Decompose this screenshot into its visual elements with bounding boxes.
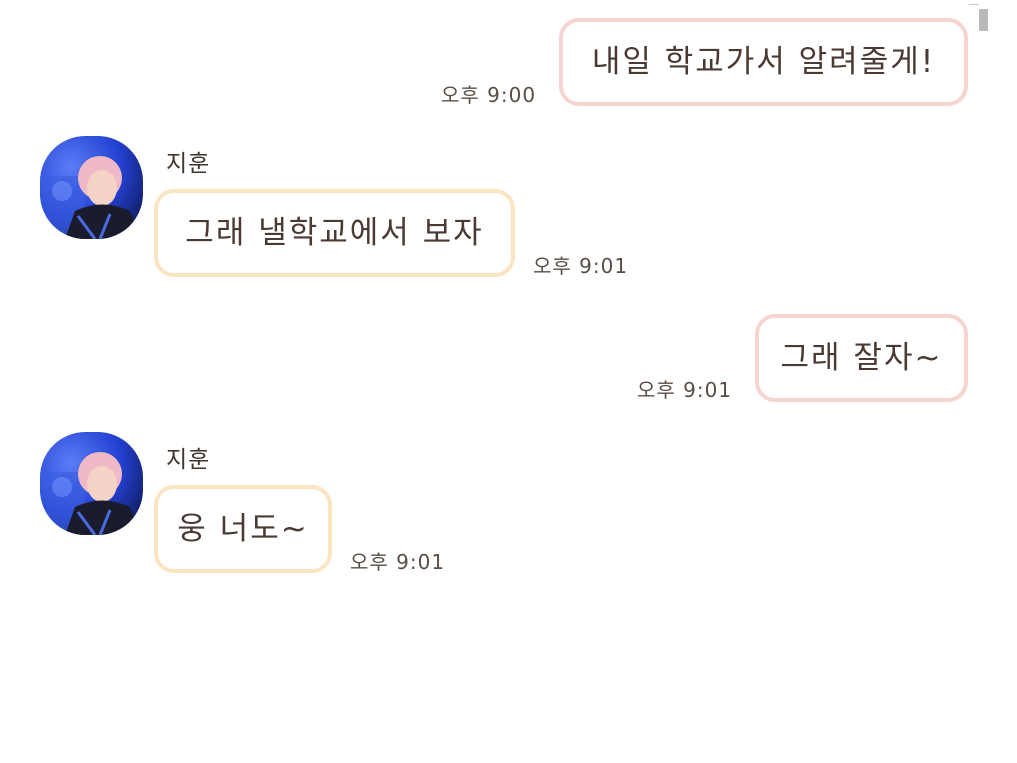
sender-name: 지훈 bbox=[166, 151, 211, 177]
avatar-image bbox=[40, 432, 143, 535]
message-time: 오후 9:01 bbox=[637, 378, 733, 402]
outgoing-message-bubble[interactable]: 내일 학교가서 알려줄게! bbox=[559, 18, 968, 106]
message-text: 그래 낼학교에서 보자 bbox=[185, 214, 484, 251]
scroll-tick bbox=[969, 4, 979, 5]
scrollbar[interactable] bbox=[979, 9, 988, 31]
outgoing-message-bubble[interactable]: 그래 잘자~ bbox=[755, 314, 968, 402]
incoming-message-bubble[interactable]: 그래 낼학교에서 보자 bbox=[154, 189, 515, 277]
message-text: 내일 학교가서 알려줄게! bbox=[591, 43, 936, 80]
message-text: 웅 너도~ bbox=[177, 510, 309, 547]
message-text: 그래 잘자~ bbox=[780, 339, 943, 376]
avatar[interactable] bbox=[40, 432, 143, 535]
incoming-message-bubble[interactable]: 웅 너도~ bbox=[154, 485, 332, 573]
message-time: 오후 9:01 bbox=[533, 254, 629, 278]
message-time: 오후 9:00 bbox=[441, 83, 537, 107]
avatar-image bbox=[40, 136, 143, 239]
message-time: 오후 9:01 bbox=[350, 550, 446, 574]
avatar[interactable] bbox=[40, 136, 143, 239]
sender-name: 지훈 bbox=[166, 447, 211, 473]
